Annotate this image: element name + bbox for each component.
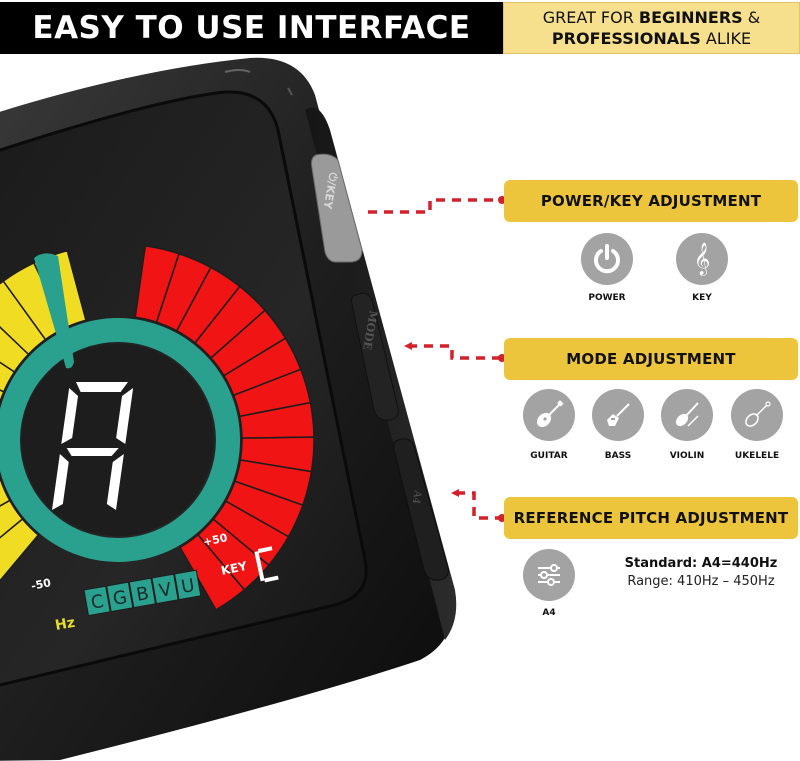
bass-label: BASS: [604, 451, 632, 461]
pitch-range: Range: 410Hz – 450Hz: [627, 574, 775, 589]
frequency-unit: Hz: [54, 615, 76, 634]
electric-bass-icon: [607, 403, 630, 426]
ukulele-icon-circle: [731, 389, 783, 441]
power-icon-circle: [581, 233, 633, 285]
sliders-icon-circle: [523, 549, 575, 601]
power-label: POWER: [588, 293, 626, 303]
tuner-device: -50 +50 KEY 440 Hz CGBVU ⏻/KEY MODE A4: [0, 57, 457, 761]
bass-icon-circle: [592, 389, 644, 441]
acoustic-guitar-icon: [536, 400, 564, 428]
header-tagline: GREAT FOR BEGINNERS & PROFESSIONALS ALIK…: [503, 2, 800, 54]
tagline-text: GREAT FOR: [542, 8, 639, 27]
tagline-text: ALIKE: [700, 29, 752, 48]
ukulele-icon: [745, 401, 771, 427]
mode-banner: MODE ADJUSTMENT: [504, 338, 798, 380]
guitar-label: GUITAR: [530, 451, 568, 461]
violin-icon-circle: [661, 389, 713, 441]
power-key-banner: POWER/KEY ADJUSTMENT: [504, 180, 798, 222]
treble-clef-icon: 𝄞: [693, 242, 711, 275]
pitch-spec: Standard: A4=440Hz Range: 410Hz – 450Hz: [596, 556, 800, 589]
tagline-line-2: PROFESSIONALS ALIKE: [552, 28, 751, 49]
a4-label: A4: [542, 608, 556, 618]
violin-label: VIOLIN: [669, 451, 705, 461]
reference-pitch-banner: REFERENCE PITCH ADJUSTMENT: [504, 497, 798, 539]
tagline-text: &: [742, 8, 761, 27]
key-icon-circle: 𝄞: [676, 233, 728, 285]
sliders-icon: [538, 564, 560, 586]
key-label: KEY: [692, 293, 712, 303]
ukulele-label: UKELELE: [734, 451, 780, 461]
tagline-line-1: GREAT FOR BEGINNERS &: [543, 7, 761, 28]
standard-pitch: Standard: A4=440Hz: [624, 556, 778, 571]
violin-icon: [675, 402, 699, 427]
guitar-icon-circle: [523, 389, 575, 441]
tagline-bold: BEGINNERS: [638, 8, 743, 27]
power-icon: [594, 244, 620, 274]
tagline-bold: PROFESSIONALS: [551, 29, 701, 48]
